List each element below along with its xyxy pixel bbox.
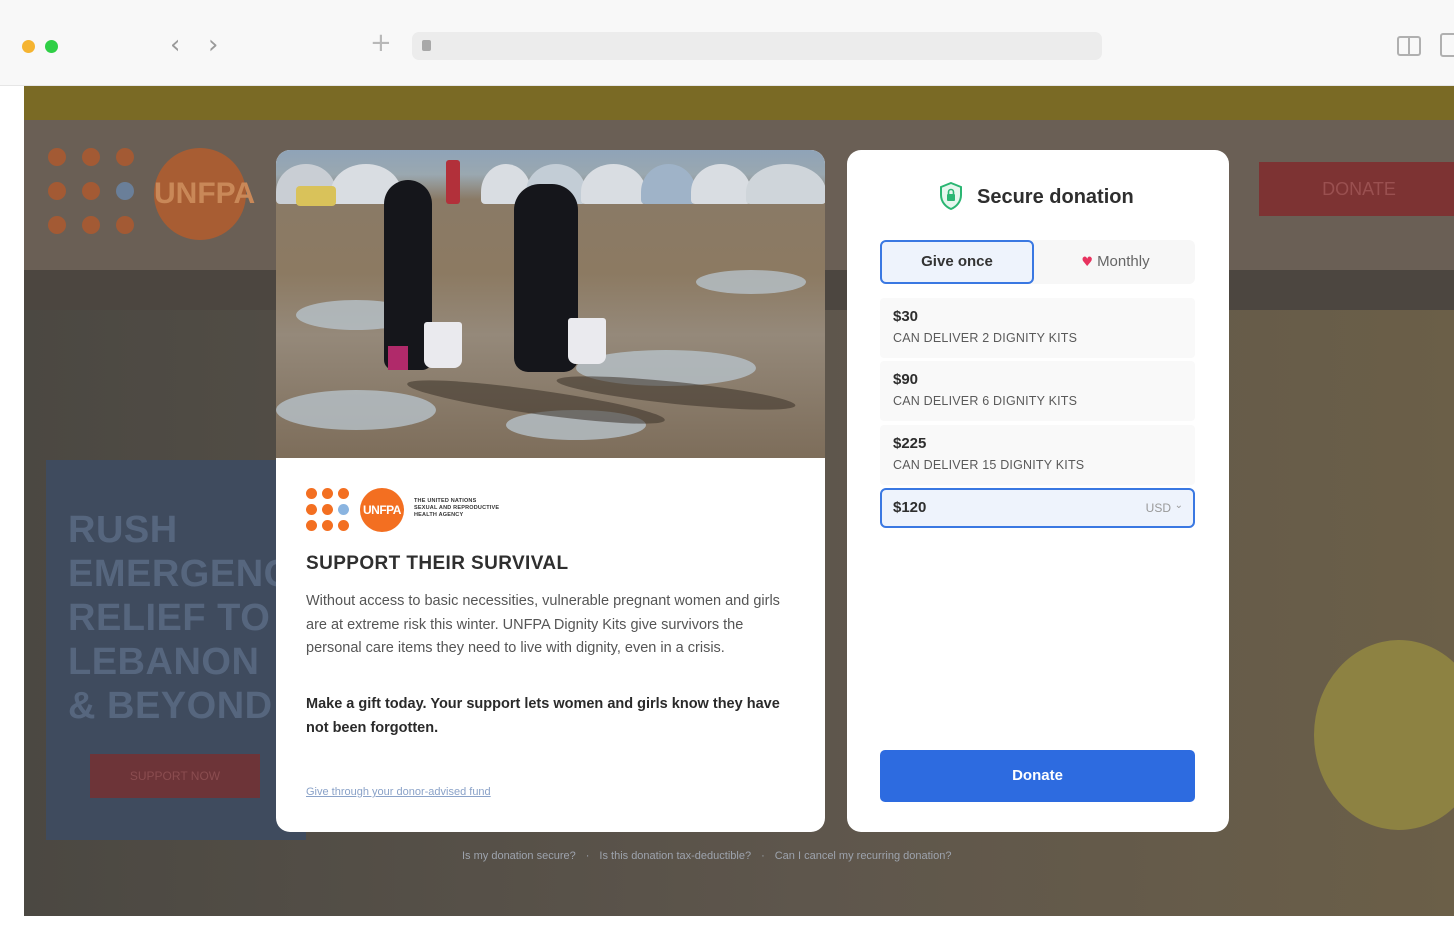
water-bucket: [568, 318, 606, 364]
minimize-window-button[interactable]: [22, 40, 35, 53]
faq-links: Is my donation secure? · Is this donation …: [462, 850, 1062, 866]
browser-toolbar: ‹ › +: [0, 0, 1454, 86]
campaign-photo: [276, 150, 825, 458]
amount-value: $225: [893, 435, 927, 452]
heart-icon: ♥: [1081, 255, 1094, 270]
daf-link[interactable]: Give through your donor-advised fund: [306, 786, 491, 798]
site-banner: [24, 86, 1454, 120]
amount-option[interactable]: $30 CAN DELIVER 2 DIGNITY KITS: [880, 298, 1195, 358]
amount-option[interactable]: $90 CAN DELIVER 6 DIGNITY KITS: [880, 361, 1195, 421]
unfpa-logo: UNFPA THE UNITED NATIONS SEXUAL AND REPR…: [306, 484, 546, 532]
frequency-toggle: Give once ♥ Monthly: [880, 240, 1195, 284]
zoom-window-button[interactable]: [45, 40, 58, 53]
site-logo-dots: [48, 148, 138, 238]
site-logo: UNFPA: [154, 148, 255, 240]
forward-icon[interactable]: ›: [208, 32, 218, 58]
donate-button[interactable]: Donate: [880, 750, 1195, 802]
address-bar[interactable]: [412, 32, 1102, 60]
site-donate-button: DONATE: [1259, 162, 1454, 216]
chevron-down-icon[interactable]: ⌄: [1175, 500, 1183, 511]
monthly-label: Monthly: [1097, 253, 1150, 270]
faq-link-tax[interactable]: Is this donation tax-deductible?: [599, 850, 751, 862]
new-tab-icon[interactable]: +: [370, 30, 392, 56]
hero-button: SUPPORT NOW: [90, 754, 260, 798]
lock-icon: [422, 40, 431, 51]
currency-select[interactable]: USD: [1146, 501, 1171, 515]
back-icon[interactable]: ‹: [170, 32, 180, 58]
amount-value: $30: [893, 308, 919, 325]
amount-value: $90: [893, 371, 919, 388]
amount-description: CAN DELIVER 2 DIGNITY KITS: [893, 331, 1078, 345]
unfpa-tagline: THE UNITED NATIONS SEXUAL AND REPRODUCTI…: [414, 498, 500, 518]
sidebar-icon[interactable]: [1397, 36, 1421, 56]
amount-option[interactable]: $225 CAN DELIVER 15 DIGNITY KITS: [880, 425, 1195, 485]
custom-amount-field: USD ⌄: [880, 488, 1195, 528]
faq-separator: ·: [585, 850, 590, 862]
shield-lock-icon: [940, 182, 962, 210]
campaign-body: Without access to basic necessities, vul…: [306, 593, 780, 656]
faq-link-cancel[interactable]: Can I cancel my recurring donation?: [775, 850, 952, 862]
give-once-tab[interactable]: Give once: [880, 240, 1034, 284]
amount-description: CAN DELIVER 6 DIGNITY KITS: [893, 394, 1078, 408]
custom-amount-input[interactable]: [893, 499, 1093, 516]
monthly-tab[interactable]: ♥ Monthly: [1036, 240, 1195, 284]
donation-form: Secure donation Give once ♥ Monthly $30 C…: [847, 150, 1229, 832]
amount-description: CAN DELIVER 15 DIGNITY KITS: [893, 458, 1085, 472]
campaign-callout: Make a gift today. Your support lets wom…: [306, 696, 780, 736]
tabs-overview-icon[interactable]: [1440, 33, 1454, 57]
hero-image-blob: [1314, 640, 1454, 830]
water-bucket: [424, 322, 462, 368]
form-title: Secure donation: [977, 186, 1134, 208]
unfpa-logo-circle: UNFPA: [360, 488, 404, 532]
campaign-card: UNFPA THE UNITED NATIONS SEXUAL AND REPR…: [276, 150, 825, 832]
hero-title: RUSH EMERGENCY RELIEF TO LEBANON & BEYON…: [68, 509, 317, 727]
faq-link-secure[interactable]: Is my donation secure?: [462, 850, 576, 862]
faq-separator: ·: [761, 850, 765, 862]
campaign-headline: SUPPORT THEIR SURVIVAL: [306, 553, 569, 574]
